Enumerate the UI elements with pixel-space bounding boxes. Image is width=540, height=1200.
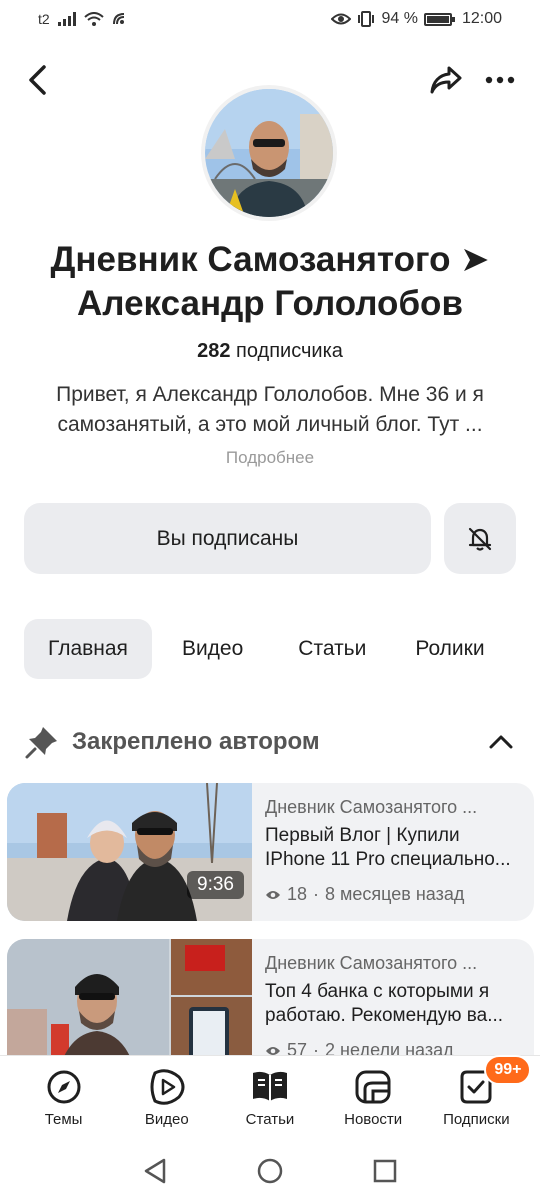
vibrate-icon xyxy=(358,11,375,27)
signal-icon xyxy=(57,12,76,26)
chevron-up-icon[interactable] xyxy=(486,727,516,757)
status-bar: t2 94 % 12:00 xyxy=(0,0,540,38)
channel-avatar[interactable] xyxy=(205,89,333,217)
video-age: 8 месяцев назад xyxy=(325,884,465,904)
eye-icon xyxy=(331,13,352,25)
nav-item-news[interactable]: Новости xyxy=(323,1069,423,1128)
video-title: Первый Влог | Купили IPhone 11 Pro специ… xyxy=(265,825,511,870)
video-stats: 18 · 8 месяцев назад xyxy=(265,884,525,905)
video-duration: 9:36 xyxy=(187,871,244,899)
share-button[interactable] xyxy=(426,60,466,100)
video-card[interactable]: 9:36 Дневник Самозанятого ... Первый Вло… xyxy=(7,783,534,921)
arrow-left-icon xyxy=(29,65,46,95)
avatar-photo xyxy=(205,89,333,217)
stats-separator: · xyxy=(313,884,320,904)
clock: 12:00 xyxy=(461,10,502,27)
tab-shorts[interactable]: Ролики xyxy=(391,619,508,679)
nfc-icon xyxy=(112,13,124,25)
tab-articles[interactable]: Статьи xyxy=(273,619,391,679)
book-icon xyxy=(252,1071,287,1101)
wifi-icon xyxy=(84,12,104,26)
more-link[interactable]: Подробнее xyxy=(0,448,540,468)
news-icon xyxy=(355,1070,391,1104)
nav-label: Новости xyxy=(344,1111,403,1128)
pinned-section-header[interactable]: Закреплено автором xyxy=(24,720,516,764)
battery-percent: 94 % xyxy=(381,10,418,27)
back-button[interactable] xyxy=(18,60,58,100)
more-dots-icon xyxy=(485,76,515,84)
system-home-icon[interactable] xyxy=(256,1157,284,1185)
video-views: 18 xyxy=(287,884,308,904)
nav-label: Видео xyxy=(144,1111,189,1128)
nav-label: Темы xyxy=(44,1111,83,1128)
nav-item-subscriptions[interactable]: Подписки 99+ xyxy=(426,1055,532,1128)
tab-video[interactable]: Видео xyxy=(152,619,273,679)
tab-main[interactable]: Главная xyxy=(24,619,152,679)
system-back-icon[interactable] xyxy=(142,1157,168,1185)
play-icon xyxy=(150,1069,185,1105)
compass-icon xyxy=(47,1070,81,1104)
battery-icon xyxy=(423,12,455,26)
nav-item-video[interactable]: Видео xyxy=(117,1069,217,1128)
video-title: Топ 4 банка с которыми я работаю. Рекоме… xyxy=(265,981,504,1026)
system-recents-icon[interactable] xyxy=(372,1158,398,1184)
notifications-button[interactable] xyxy=(444,503,516,574)
subscribers-label: подписчика xyxy=(236,340,343,362)
subscribed-button[interactable]: Вы подписаны xyxy=(24,503,431,574)
nav-item-articles[interactable]: Статьи xyxy=(220,1069,320,1128)
subscribers-count: 282 xyxy=(197,340,231,362)
nav-item-topics[interactable]: Темы xyxy=(14,1069,114,1128)
nav-label: Статьи xyxy=(245,1111,295,1128)
system-nav-bar xyxy=(0,1141,540,1200)
channel-tabs: Главная Видео Статьи Ролики xyxy=(24,619,509,679)
nav-label: Подписки xyxy=(443,1111,510,1128)
more-options-button[interactable] xyxy=(480,60,520,100)
video-channel: Дневник Самозанятого ... xyxy=(265,953,478,973)
subscribers-info: 282 подписчика xyxy=(0,340,540,363)
bottom-nav: Темы Видео Статьи Новости Подписки 99+ xyxy=(0,1055,540,1141)
channel-title: Дневник Самозанятого ➤ Александр Гололоб… xyxy=(50,240,490,323)
share-icon xyxy=(430,66,462,94)
eye-icon xyxy=(266,890,280,899)
bell-off-icon xyxy=(468,527,492,551)
video-thumbnail: 9:36 xyxy=(7,783,252,921)
channel-description: Привет, я Александр Гололобов. Мне 36 и … xyxy=(56,383,484,436)
carrier-label: t2 xyxy=(38,11,50,27)
video-channel: Дневник Самозанятого ... xyxy=(265,797,478,817)
pinned-section-title: Закреплено автором xyxy=(72,728,320,755)
pin-icon xyxy=(25,727,57,759)
notification-badge: 99+ xyxy=(484,1055,532,1085)
